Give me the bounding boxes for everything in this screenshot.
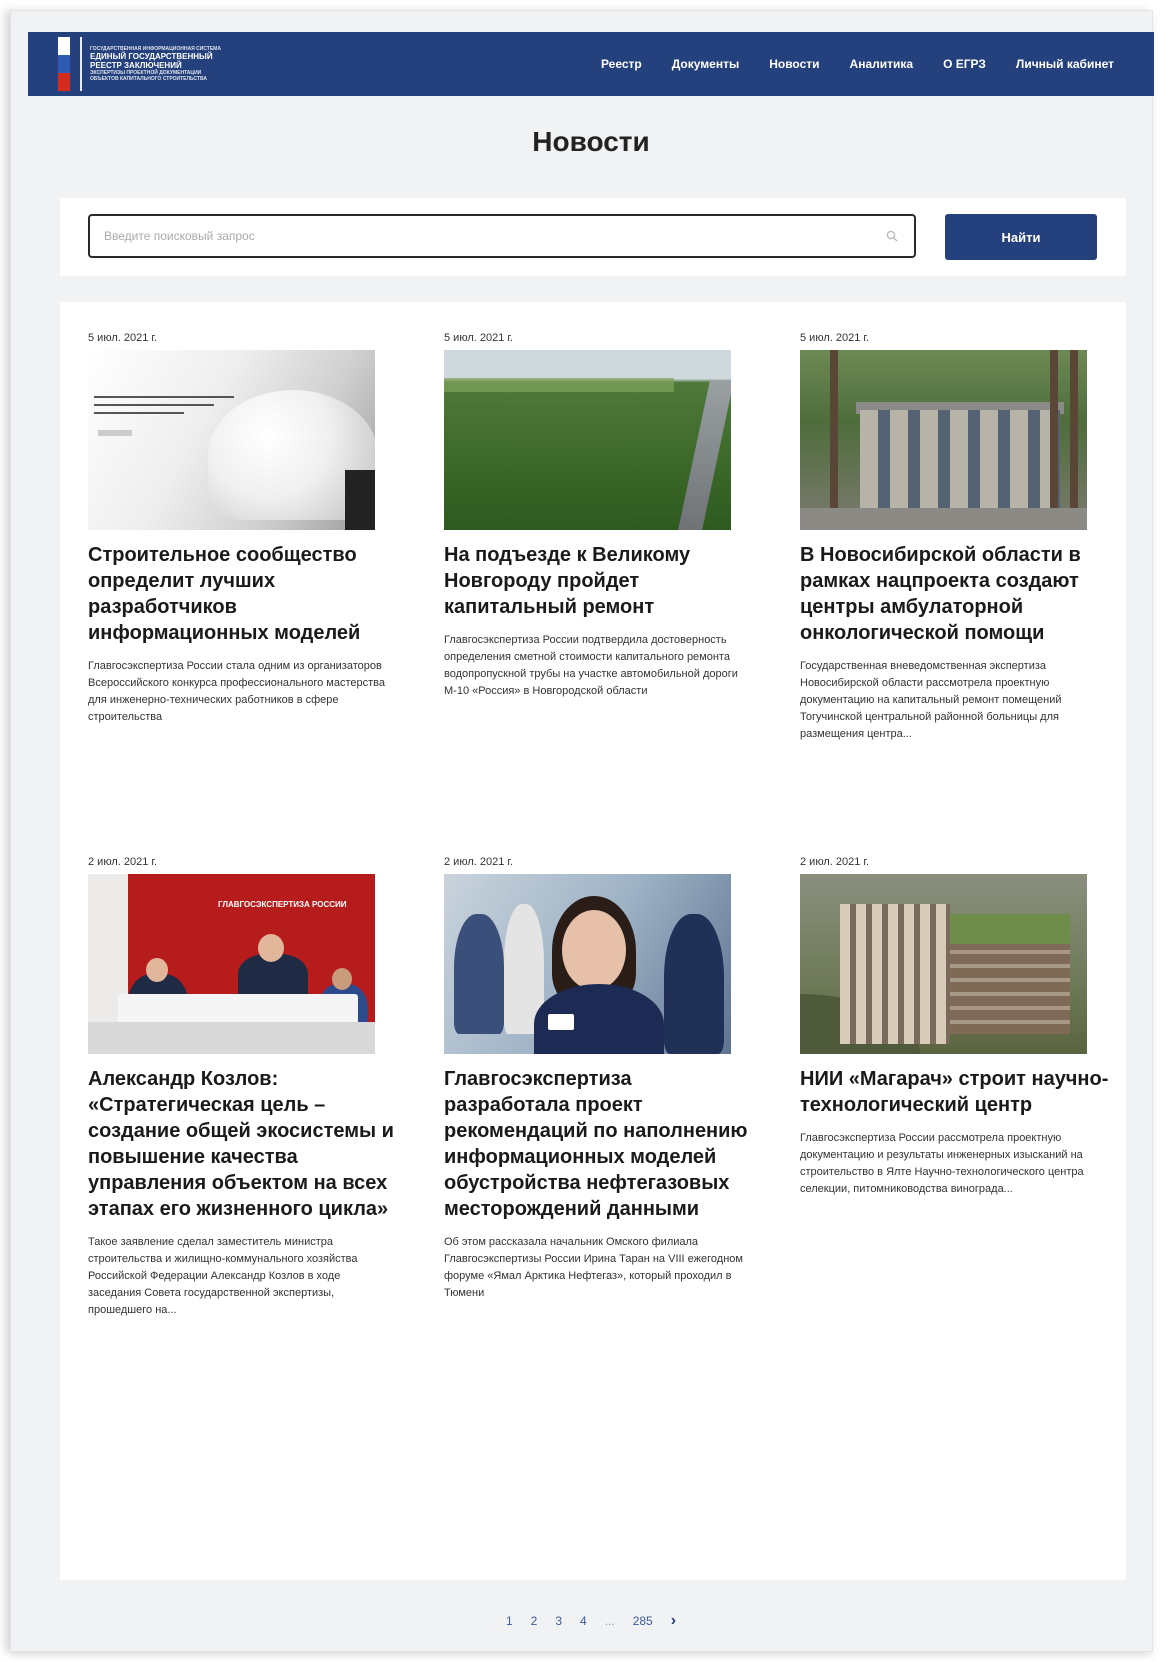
- main-nav: Реестр Документы Новости Аналитика О ЕГР…: [601, 57, 1114, 71]
- news-summary: Главгосэкспертиза России подтвердила дос…: [444, 634, 738, 697]
- page-link-1[interactable]: 1: [506, 1614, 513, 1628]
- news-date: 5 июл. 2021 г.: [444, 332, 514, 344]
- page-link-3[interactable]: 3: [555, 1614, 562, 1628]
- russian-flag-icon: [58, 37, 70, 91]
- search-box: [88, 214, 916, 258]
- news-image[interactable]: [800, 350, 1087, 530]
- news-date: 5 июл. 2021 г.: [800, 332, 870, 344]
- news-date: 2 июл. 2021 г.: [800, 856, 870, 868]
- news-summary: Об этом рассказала начальник Омского фил…: [444, 1236, 743, 1299]
- logo-line: ОБЪЕКТОВ КАПИТАЛЬНОГО СТРОИТЕЛЬСТВА: [90, 76, 207, 82]
- logo-divider: [80, 37, 82, 91]
- top-header: ГОСУДАРСТВЕННАЯ ИНФОРМАЦИОННАЯ СИСТЕМА Е…: [28, 32, 1154, 96]
- nav-item-about[interactable]: О ЕГРЗ: [943, 57, 986, 71]
- news-summary: Главгосэкспертиза России стала одним из …: [88, 660, 386, 723]
- page-title: Новости: [532, 126, 650, 157]
- logo-text: ГОСУДАРСТВЕННАЯ ИНФОРМАЦИОННАЯ СИСТЕМА Е…: [90, 46, 221, 82]
- search-icon[interactable]: [884, 228, 900, 244]
- news-summary: Главгосэкспертиза России рассмотрела про…: [800, 1132, 1084, 1195]
- news-list: 5 июл. 2021 г. Строительное сообщество о…: [60, 302, 1126, 1580]
- news-image[interactable]: [444, 874, 731, 1054]
- news-card[interactable]: 2 июл. 2021 г. ГЛАВГОСЭКСПЕРТИЗА РОССИИ …: [88, 856, 398, 1319]
- news-image[interactable]: [88, 350, 375, 530]
- pagination-ellipsis: ...: [604, 1614, 615, 1628]
- page-link-4[interactable]: 4: [580, 1614, 587, 1628]
- news-title[interactable]: Главгосэкспертиза разработала проект рек…: [444, 1066, 754, 1222]
- nav-item-account[interactable]: Личный кабинет: [1016, 57, 1114, 71]
- news-summary: Государственная вневедомственная эксперт…: [800, 660, 1062, 740]
- search-button[interactable]: Найти: [945, 214, 1097, 260]
- news-date: 2 июл. 2021 г.: [88, 856, 158, 868]
- search-panel: Найти: [60, 198, 1126, 276]
- pagination: 1 2 3 4 ... 285 ›: [28, 1612, 1154, 1630]
- news-date: 2 июл. 2021 г.: [444, 856, 514, 868]
- logo-line: РЕЕСТР ЗАКЛЮЧЕНИЙ: [90, 61, 182, 70]
- news-title[interactable]: В Новосибирской области в рамках нацпрое…: [800, 542, 1110, 646]
- nav-item-analytics[interactable]: Аналитика: [850, 57, 914, 71]
- page-link-2[interactable]: 2: [531, 1614, 538, 1628]
- news-image[interactable]: ГЛАВГОСЭКСПЕРТИЗА РОССИИ: [88, 874, 375, 1054]
- news-summary: Такое заявление сделал заместитель минис…: [88, 1236, 358, 1316]
- news-image[interactable]: [444, 350, 731, 530]
- search-input[interactable]: [90, 216, 884, 256]
- news-card[interactable]: 5 июл. 2021 г. В Новосибирской области в…: [800, 332, 1110, 743]
- site-logo[interactable]: ГОСУДАРСТВЕННАЯ ИНФОРМАЦИОННАЯ СИСТЕМА Е…: [58, 36, 221, 92]
- logo-line: ЕДИНЫЙ ГОСУДАРСТВЕННЫЙ: [90, 52, 213, 61]
- nav-item-registry[interactable]: Реестр: [601, 57, 642, 71]
- nav-item-documents[interactable]: Документы: [672, 57, 739, 71]
- news-card[interactable]: 5 июл. 2021 г. На подъезде к Великому Но…: [444, 332, 754, 700]
- page-link-last[interactable]: 285: [633, 1614, 653, 1628]
- nav-item-news[interactable]: Новости: [769, 57, 819, 71]
- news-title[interactable]: Александр Козлов: «Стратегическая цель –…: [88, 1066, 398, 1222]
- news-card[interactable]: 5 июл. 2021 г. Строительное сообщество о…: [88, 332, 398, 726]
- news-card[interactable]: 2 июл. 2021 г. НИИ «Магарач» строит науч…: [800, 856, 1110, 1198]
- next-page-icon[interactable]: ›: [671, 1612, 676, 1630]
- news-title[interactable]: На подъезде к Великому Новгороду пройдет…: [444, 542, 754, 620]
- logo-line: ГОСУДАРСТВЕННАЯ ИНФОРМАЦИОННАЯ СИСТЕМА: [90, 46, 221, 52]
- news-image[interactable]: [800, 874, 1087, 1054]
- news-date: 5 июл. 2021 г.: [88, 332, 158, 344]
- news-card[interactable]: 2 июл. 2021 г. Главгосэкспертиза разрабо…: [444, 856, 754, 1302]
- image-caption: ГЛАВГОСЭКСПЕРТИЗА РОССИИ: [218, 900, 347, 909]
- news-title[interactable]: НИИ «Магарач» строит научно-технологичес…: [800, 1066, 1110, 1118]
- news-title[interactable]: Строительное сообщество определит лучших…: [88, 542, 398, 646]
